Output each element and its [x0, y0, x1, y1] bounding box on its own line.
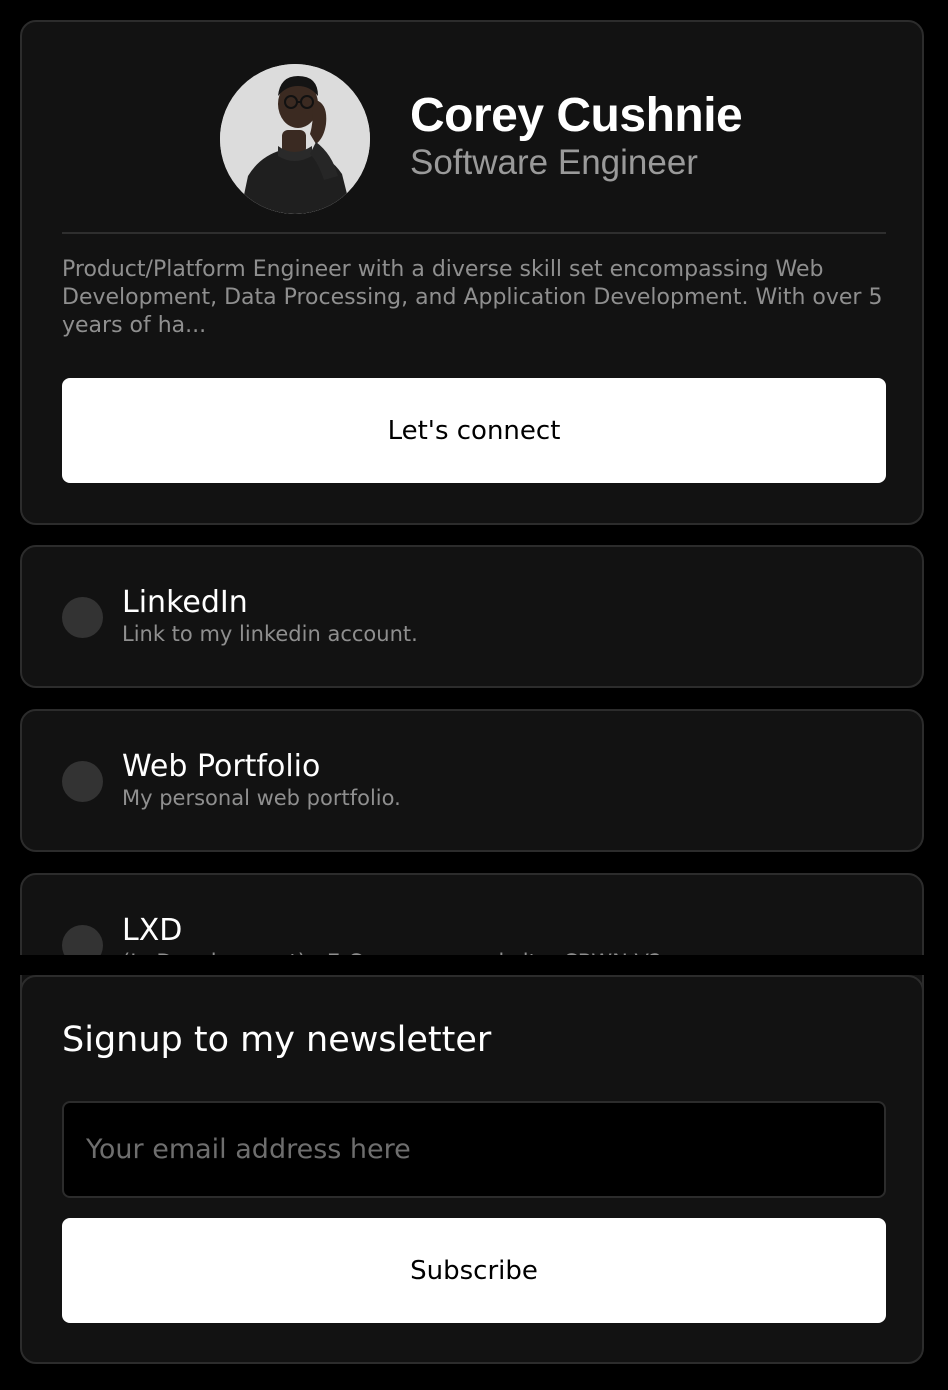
link-icon-placeholder: [62, 597, 103, 638]
link-title: LinkedIn: [122, 585, 248, 620]
link-icon-placeholder: [62, 761, 103, 802]
connect-button[interactable]: Let's connect: [62, 378, 886, 483]
profile-header: Corey Cushnie Software Engineer: [220, 64, 743, 214]
newsletter-title: Signup to my newsletter: [62, 1020, 492, 1060]
email-input[interactable]: [62, 1101, 886, 1198]
profile-name: Corey Cushnie: [410, 89, 743, 142]
link-description: My personal web portfolio.: [122, 786, 401, 810]
link-card-linkedin[interactable]: LinkedIn Link to my linkedin account.: [20, 545, 924, 688]
subscribe-button[interactable]: Subscribe: [62, 1218, 886, 1323]
profile-bio: Product/Platform Engineer with a diverse…: [62, 257, 883, 338]
profile-role: Software Engineer: [410, 143, 698, 182]
divider: [62, 232, 886, 234]
link-card-web-portfolio[interactable]: Web Portfolio My personal web portfolio.: [20, 709, 924, 852]
profile-text: Corey Cushnie Software Engineer: [410, 90, 743, 184]
scroll-clip-mask: [0, 955, 948, 975]
link-description: Link to my linkedin account.: [122, 622, 418, 646]
link-title: LXD: [122, 913, 183, 948]
newsletter-card: Signup to my newsletter Subscribe: [20, 975, 924, 1364]
avatar: [220, 64, 370, 214]
profile-card: Corey Cushnie Software Engineer Product/…: [20, 20, 924, 525]
link-title: Web Portfolio: [122, 749, 321, 784]
avatar-portrait-icon: [220, 64, 370, 214]
